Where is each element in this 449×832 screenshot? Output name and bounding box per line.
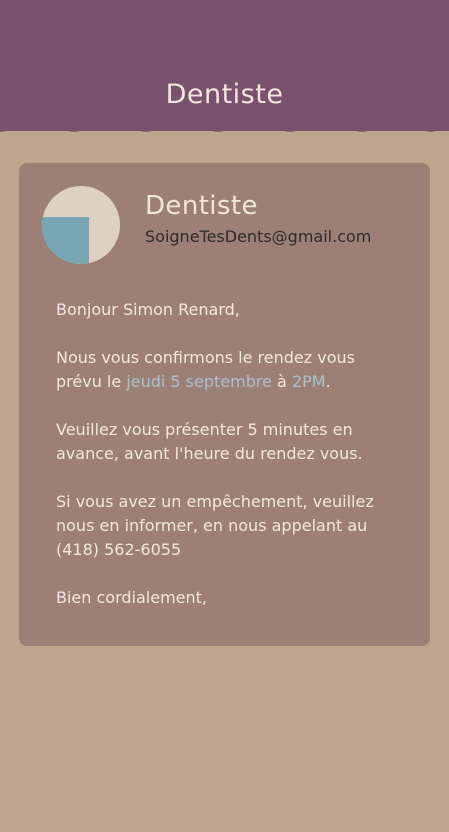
avatar-quadrant <box>42 217 89 264</box>
header-torn-edge <box>0 124 449 132</box>
greeting-text: Bonjour Simon Renard, <box>56 300 240 319</box>
app-root: Dentiste Dentiste SoigneTesDents@gmail.c… <box>0 0 449 832</box>
header-bar: Dentiste <box>0 0 449 131</box>
cancellation-instruction: Si vous avez un empêchement, veuillez no… <box>56 492 374 559</box>
dentist-avatar-icon <box>42 186 120 264</box>
appointment-time: 2PM <box>291 372 326 391</box>
closing-text: Bien cordialement, <box>56 588 207 607</box>
dentist-name: Dentiste <box>145 191 258 221</box>
at-word: à <box>271 372 292 391</box>
header-title: Dentiste <box>165 79 284 110</box>
appointment-date: jeudi 5 septembre <box>126 372 272 391</box>
confirmation-message: Bonjour Simon Renard, Nous vous confirmo… <box>56 298 396 634</box>
sentence-period: . <box>325 372 331 391</box>
arrival-instruction: Veuillez vous présenter 5 minutes en ava… <box>56 420 363 463</box>
confirmation-text: Nous vous confirmons le rendez vous prév… <box>56 346 396 394</box>
appointment-card: Dentiste SoigneTesDents@gmail.com Bonjou… <box>19 163 430 646</box>
dentist-email: SoigneTesDents@gmail.com <box>145 227 372 246</box>
